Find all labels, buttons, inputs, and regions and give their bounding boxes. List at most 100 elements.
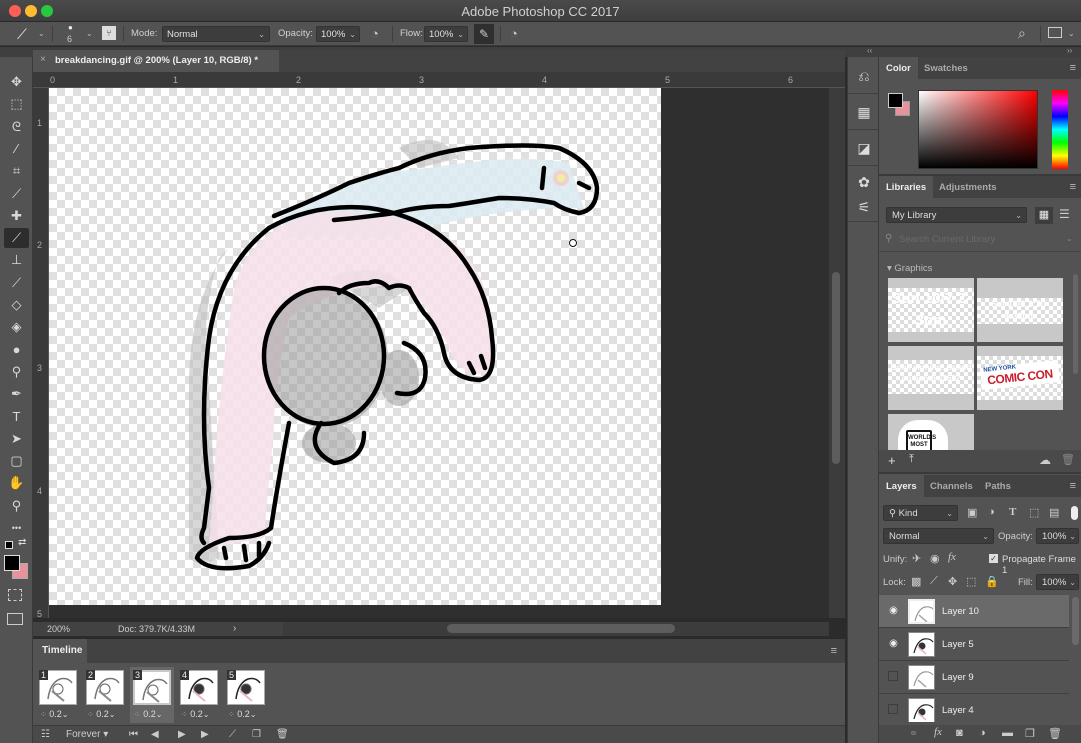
vertical-scroll-thumb[interactable] [832, 272, 840, 464]
color-panel-menu-icon[interactable]: ≡ [1070, 62, 1076, 74]
paint-bucket-tool[interactable]: ◈ [4, 317, 29, 337]
search-icon[interactable]: ⌕ [1018, 25, 1026, 42]
default-colors-icon[interactable] [5, 541, 13, 549]
grid-view-icon[interactable]: ▦ [1035, 207, 1053, 224]
history-brush-tool[interactable]: ⟋ [4, 273, 29, 293]
unify-style-icon[interactable]: fx [948, 551, 956, 563]
layer-row[interactable]: Layer 4 [879, 694, 1069, 722]
collapse-icons-icon[interactable]: ‹‹ [867, 46, 872, 55]
brush-tool[interactable]: ⟋ [4, 228, 29, 249]
tab-layers[interactable]: Layers [879, 475, 924, 497]
vertical-ruler[interactable]: 1 2 3 4 5 [33, 88, 49, 619]
new-group-icon[interactable]: ▬ [1002, 727, 1013, 739]
more-tools[interactable]: ••• [4, 518, 29, 538]
properties-icon[interactable]: ◪ [853, 137, 875, 159]
next-frame-icon[interactable]: ▶ [201, 729, 209, 740]
frame-delay[interactable]: ⁘ 0.2⌄ [40, 709, 68, 719]
library-graphic[interactable]: Sat 10/6 3:30-4:30pm [977, 278, 1063, 342]
link-layers-icon[interactable]: ⚭ [909, 727, 918, 740]
add-mask-icon[interactable]: ◙ [956, 727, 963, 739]
rectangle-tool[interactable]: ▢ [4, 451, 29, 471]
filter-shape-icon[interactable]: ⬚ [1029, 506, 1039, 519]
mode-select[interactable]: Normal ⌄ [162, 26, 270, 42]
library-graphic[interactable]: Book signing! Crowd on booth #2522 [888, 346, 974, 410]
expand-panels-icon[interactable]: ›› [1067, 46, 1072, 55]
search-scope-chevron-icon[interactable]: ⌄ [1066, 234, 1073, 243]
brush-size[interactable]: 6 [67, 34, 72, 44]
layers-panel-menu-icon[interactable]: ≡ [1070, 480, 1076, 492]
type-tool[interactable]: T [4, 407, 29, 427]
timeline-menu-icon[interactable]: ≡ [831, 645, 837, 657]
frame-delay[interactable]: ⁘ 0.2⌄ [87, 709, 115, 719]
timeline-frame[interactable]: 4 ⁘ 0.2⌄ [177, 667, 221, 723]
adjustment-layer-icon[interactable]: ◑ [979, 727, 986, 739]
timeline-tab[interactable]: Timeline [33, 639, 87, 663]
document-tab[interactable]: × breakdancing.gif @ 200% (Layer 10, RGB… [33, 50, 279, 72]
lock-image-icon[interactable]: ⟋ [930, 575, 938, 588]
airbrush-icon[interactable]: ✎ [474, 24, 494, 44]
tab-paths[interactable]: Paths [978, 475, 1018, 497]
brush-icon[interactable]: ⟋ [17, 26, 27, 43]
library-graphic[interactable]: WORLD'S MOST [888, 414, 974, 450]
zoom-tool[interactable]: ⚲ [4, 496, 29, 516]
upload-icon[interactable]: ⤒ [909, 453, 914, 466]
timeline-frame[interactable]: 2 ⁘ 0.2⌄ [83, 667, 127, 723]
close-document-icon[interactable]: × [40, 54, 46, 65]
library-graphic[interactable]: NEW YORK COMIC CON [977, 346, 1063, 410]
pen-tool[interactable]: ✒ [4, 384, 29, 404]
brush-presets-icon[interactable]: ✿ [853, 171, 875, 193]
duplicate-frame-icon[interactable]: ❐ [252, 729, 261, 740]
add-graphic-icon[interactable]: + [888, 453, 896, 468]
document-canvas[interactable] [49, 88, 661, 605]
layer-row[interactable]: ◉ Layer 10 [879, 595, 1069, 628]
new-layer-icon[interactable]: ❐ [1025, 727, 1035, 740]
library-select[interactable]: My Library ⌄ [886, 207, 1027, 223]
convert-timeline-icon[interactable]: ☷ [41, 729, 50, 740]
tab-color[interactable]: Color [879, 57, 918, 79]
brush-settings-panel-icon[interactable]: ⚟ [853, 196, 875, 218]
timeline-frame[interactable]: 5 ⁘ 0.2⌄ [224, 667, 268, 723]
library-graphic[interactable]: Sun 10/7 2-3pm [888, 278, 974, 342]
filter-toggle[interactable] [1071, 506, 1078, 520]
lock-all-icon[interactable]: 🔒 [985, 575, 999, 588]
layer-style-icon[interactable]: fx [934, 726, 942, 738]
clone-stamp-tool[interactable]: ⊥ [4, 250, 29, 270]
blur-tool[interactable]: ● [4, 340, 29, 360]
eraser-tool[interactable]: ◇ [4, 295, 29, 315]
filter-type-icon[interactable]: T [1009, 506, 1016, 518]
brush-settings-icon[interactable]: ⑂ [102, 26, 116, 40]
tab-libraries[interactable]: Libraries [879, 176, 934, 198]
filter-smart-object-icon[interactable]: ▤ [1049, 506, 1059, 519]
status-menu-arrow[interactable]: › [233, 623, 236, 634]
unify-position-icon[interactable]: ✈ [912, 552, 921, 565]
lock-artboard-icon[interactable]: ⬚ [966, 575, 976, 588]
history-icon[interactable]: ⎌ [853, 65, 875, 87]
magic-wand-tool[interactable]: ⁄ [4, 139, 29, 159]
color-field[interactable] [918, 90, 1038, 169]
foreground-color-swatch[interactable] [4, 555, 20, 571]
layers-scrollbar[interactable] [1072, 597, 1079, 645]
brush-tip-icon[interactable]: ● [68, 23, 73, 32]
frame-delay[interactable]: ⁘ 0.2⌄ [134, 709, 162, 719]
layer-row[interactable]: Layer 9 [879, 661, 1069, 694]
filter-adjustment-icon[interactable]: ◑ [988, 506, 995, 518]
layer-row[interactable]: ◉ Layer 5 [879, 628, 1069, 661]
zoom-level[interactable]: 200% [47, 624, 70, 634]
horizontal-scroll-thumb[interactable] [447, 624, 675, 633]
dodge-tool[interactable]: ⚲ [4, 362, 29, 382]
visibility-toggle[interactable] [888, 671, 898, 681]
visibility-eye-icon[interactable]: ◉ [888, 605, 899, 616]
lock-position-icon[interactable]: ✥ [948, 575, 957, 588]
3d-icon[interactable]: ▦ [853, 101, 875, 123]
graphics-section-toggle[interactable]: ▾ Graphics [887, 263, 932, 274]
brush-picker-chevron-icon[interactable]: ⌄ [86, 29, 93, 38]
quick-mask-icon[interactable] [8, 589, 22, 601]
workspace-chevron-icon[interactable]: ⌄ [1068, 29, 1075, 38]
workspace-icon[interactable] [1048, 27, 1062, 38]
layer-opacity-input[interactable]: 100% ⌄ [1036, 528, 1079, 544]
timeline-frame[interactable]: 1 ⁘ 0.2⌄ [36, 667, 80, 723]
tab-adjustments[interactable]: Adjustments [932, 176, 1004, 198]
flow-input[interactable]: 100% ⌄ [424, 26, 468, 42]
marquee-tool[interactable]: ⬚ [4, 94, 29, 114]
lasso-tool[interactable]: ᘓ [4, 117, 29, 137]
